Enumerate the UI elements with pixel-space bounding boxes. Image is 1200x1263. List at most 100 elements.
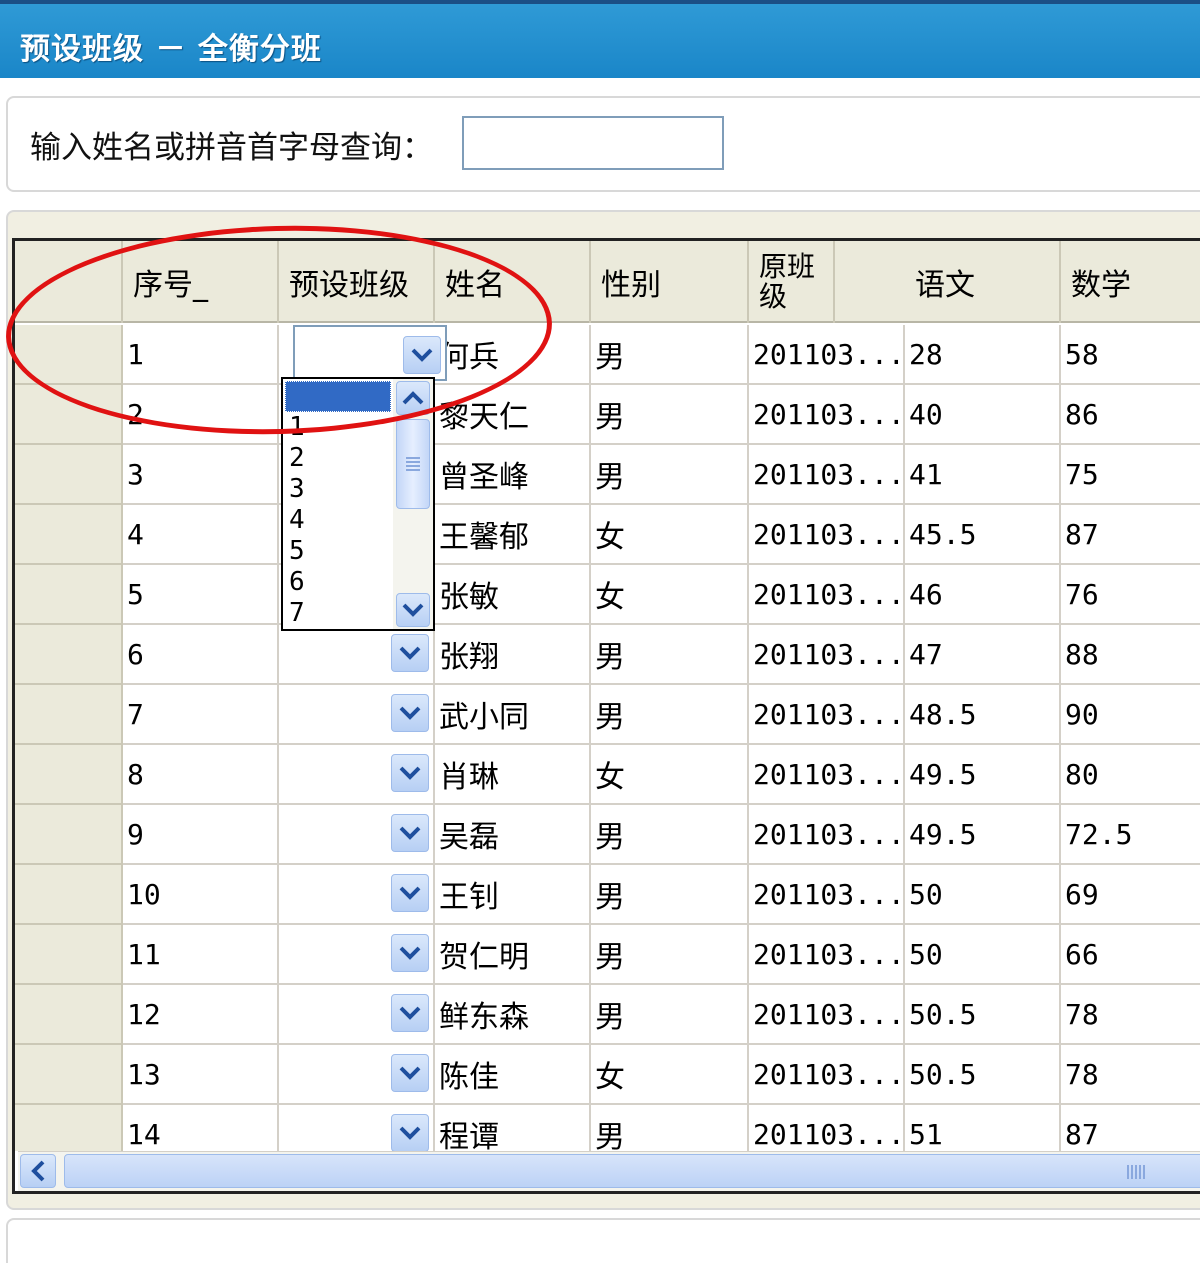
chevron-down-icon[interactable] <box>391 1114 429 1151</box>
cell-math[interactable]: 72.5 <box>1061 805 1200 865</box>
cell-gender[interactable]: 男 <box>591 865 749 925</box>
cell-preset[interactable] <box>279 865 435 925</box>
cell-math[interactable]: 66 <box>1061 925 1200 985</box>
column-header-orig_class[interactable]: 原班级 <box>749 241 835 323</box>
cell-name[interactable]: 武小同 <box>435 685 591 745</box>
cell-orig_class[interactable]: 201103... <box>749 385 905 445</box>
cell-name[interactable]: 张敏 <box>435 565 591 625</box>
dropdown-option[interactable]: 4 <box>285 505 391 536</box>
cell-gender[interactable]: 男 <box>591 925 749 985</box>
cell-name[interactable]: 贺仁明 <box>435 925 591 985</box>
cell-orig_class[interactable]: 201103... <box>749 625 905 685</box>
cell-seq[interactable]: 4 <box>123 505 279 565</box>
cell-name[interactable]: 吴磊 <box>435 805 591 865</box>
cell-orig_class[interactable]: 201103... <box>749 1045 905 1105</box>
cell-gender[interactable]: 男 <box>591 805 749 865</box>
cell-chinese[interactable]: 48.5 <box>905 685 1061 745</box>
cell-name[interactable]: 王馨郁 <box>435 505 591 565</box>
cell-seq[interactable]: 1 <box>123 325 279 385</box>
student-grid[interactable]: 序号_ 预设班级 姓名 性别 原班级 语文 数学 1 何兵男 201103... 28 58 2 黎天仁… <box>12 238 1200 1194</box>
row-header[interactable] <box>15 445 123 505</box>
cell-chinese[interactable]: 40 <box>905 385 1061 445</box>
chevron-down-icon[interactable] <box>396 593 430 627</box>
chevron-left-icon[interactable] <box>20 1154 56 1188</box>
cell-orig_class[interactable]: 201103... <box>749 745 905 805</box>
cell-orig_class[interactable]: 201103... <box>749 445 905 505</box>
row-header[interactable] <box>15 325 123 385</box>
horizontal-scrollbar[interactable] <box>18 1151 1200 1191</box>
cell-gender[interactable]: 女 <box>591 745 749 805</box>
cell-preset[interactable] <box>279 1045 435 1105</box>
cell-math[interactable]: 87 <box>1061 505 1200 565</box>
preset-class-dropdown-list[interactable]: 1234567 <box>281 377 435 631</box>
cell-name[interactable]: 王钊 <box>435 865 591 925</box>
cell-preset[interactable] <box>279 805 435 865</box>
cell-preset[interactable] <box>279 685 435 745</box>
cell-chinese[interactable]: 51 <box>905 1105 1061 1151</box>
cell-seq[interactable]: 12 <box>123 985 279 1045</box>
row-header[interactable] <box>15 385 123 445</box>
dropdown-option[interactable]: 3 <box>285 474 391 505</box>
cell-math[interactable]: 90 <box>1061 685 1200 745</box>
cell-seq[interactable]: 8 <box>123 745 279 805</box>
column-header-gender[interactable]: 性别 <box>591 241 749 323</box>
column-header-preset[interactable]: 预设班级 <box>279 241 435 323</box>
cell-preset[interactable] <box>279 1105 435 1151</box>
cell-orig_class[interactable]: 201103... <box>749 1105 905 1151</box>
row-header[interactable] <box>15 745 123 805</box>
dropdown-option[interactable]: 1 <box>285 412 391 443</box>
row-header[interactable] <box>15 565 123 625</box>
cell-seq[interactable]: 13 <box>123 1045 279 1105</box>
cell-seq[interactable]: 6 <box>123 625 279 685</box>
cell-gender[interactable]: 女 <box>591 505 749 565</box>
cell-chinese[interactable]: 46 <box>905 565 1061 625</box>
cell-orig_class[interactable]: 201103... <box>749 985 905 1045</box>
cell-orig_class[interactable]: 201103... <box>749 925 905 985</box>
row-header[interactable] <box>15 1045 123 1105</box>
cell-name[interactable]: 何兵 <box>435 325 591 385</box>
cell-gender[interactable]: 男 <box>591 445 749 505</box>
dropdown-option[interactable]: 7 <box>285 598 391 629</box>
row-header[interactable] <box>15 805 123 865</box>
column-header-chinese[interactable]: 语文 <box>905 241 1061 323</box>
chevron-down-icon[interactable] <box>391 994 429 1032</box>
cell-chinese[interactable]: 28 <box>905 325 1061 385</box>
cell-gender[interactable]: 男 <box>591 985 749 1045</box>
chevron-down-icon[interactable] <box>403 336 441 374</box>
chevron-down-icon[interactable] <box>391 754 429 792</box>
cell-math[interactable]: 86 <box>1061 385 1200 445</box>
search-input[interactable] <box>462 116 724 170</box>
cell-name[interactable]: 张翔 <box>435 625 591 685</box>
row-header[interactable] <box>15 1105 123 1151</box>
row-header[interactable] <box>15 925 123 985</box>
cell-chinese[interactable]: 49.5 <box>905 805 1061 865</box>
row-header[interactable] <box>15 865 123 925</box>
chevron-down-icon[interactable] <box>391 634 429 672</box>
cell-preset[interactable] <box>279 625 435 685</box>
cell-gender[interactable]: 男 <box>591 1105 749 1151</box>
chevron-down-icon[interactable] <box>391 874 429 912</box>
cell-seq[interactable]: 7 <box>123 685 279 745</box>
cell-seq[interactable]: 2 <box>123 385 279 445</box>
cell-gender[interactable]: 女 <box>591 565 749 625</box>
cell-name[interactable]: 肖琳 <box>435 745 591 805</box>
chevron-down-icon[interactable] <box>391 1054 429 1092</box>
preset-class-combo[interactable] <box>293 325 447 381</box>
horizontal-scroll-thumb[interactable] <box>64 1154 1200 1188</box>
cell-preset[interactable] <box>279 925 435 985</box>
cell-name[interactable]: 鲜东森 <box>435 985 591 1045</box>
column-header-seq[interactable]: 序号_ <box>123 241 279 323</box>
dropdown-scrollbar[interactable] <box>393 379 433 629</box>
cell-math[interactable]: 58 <box>1061 325 1200 385</box>
cell-seq[interactable]: 3 <box>123 445 279 505</box>
column-header-math[interactable]: 数学 <box>1061 241 1200 323</box>
row-header[interactable] <box>15 505 123 565</box>
dropdown-option[interactable]: 5 <box>285 536 391 567</box>
cell-math[interactable]: 88 <box>1061 625 1200 685</box>
cell-chinese[interactable]: 47 <box>905 625 1061 685</box>
cell-chinese[interactable]: 50.5 <box>905 1045 1061 1105</box>
cell-name[interactable]: 黎天仁 <box>435 385 591 445</box>
cell-gender[interactable]: 男 <box>591 325 749 385</box>
dropdown-option[interactable]: 2 <box>285 443 391 474</box>
chevron-down-icon[interactable] <box>391 934 429 972</box>
